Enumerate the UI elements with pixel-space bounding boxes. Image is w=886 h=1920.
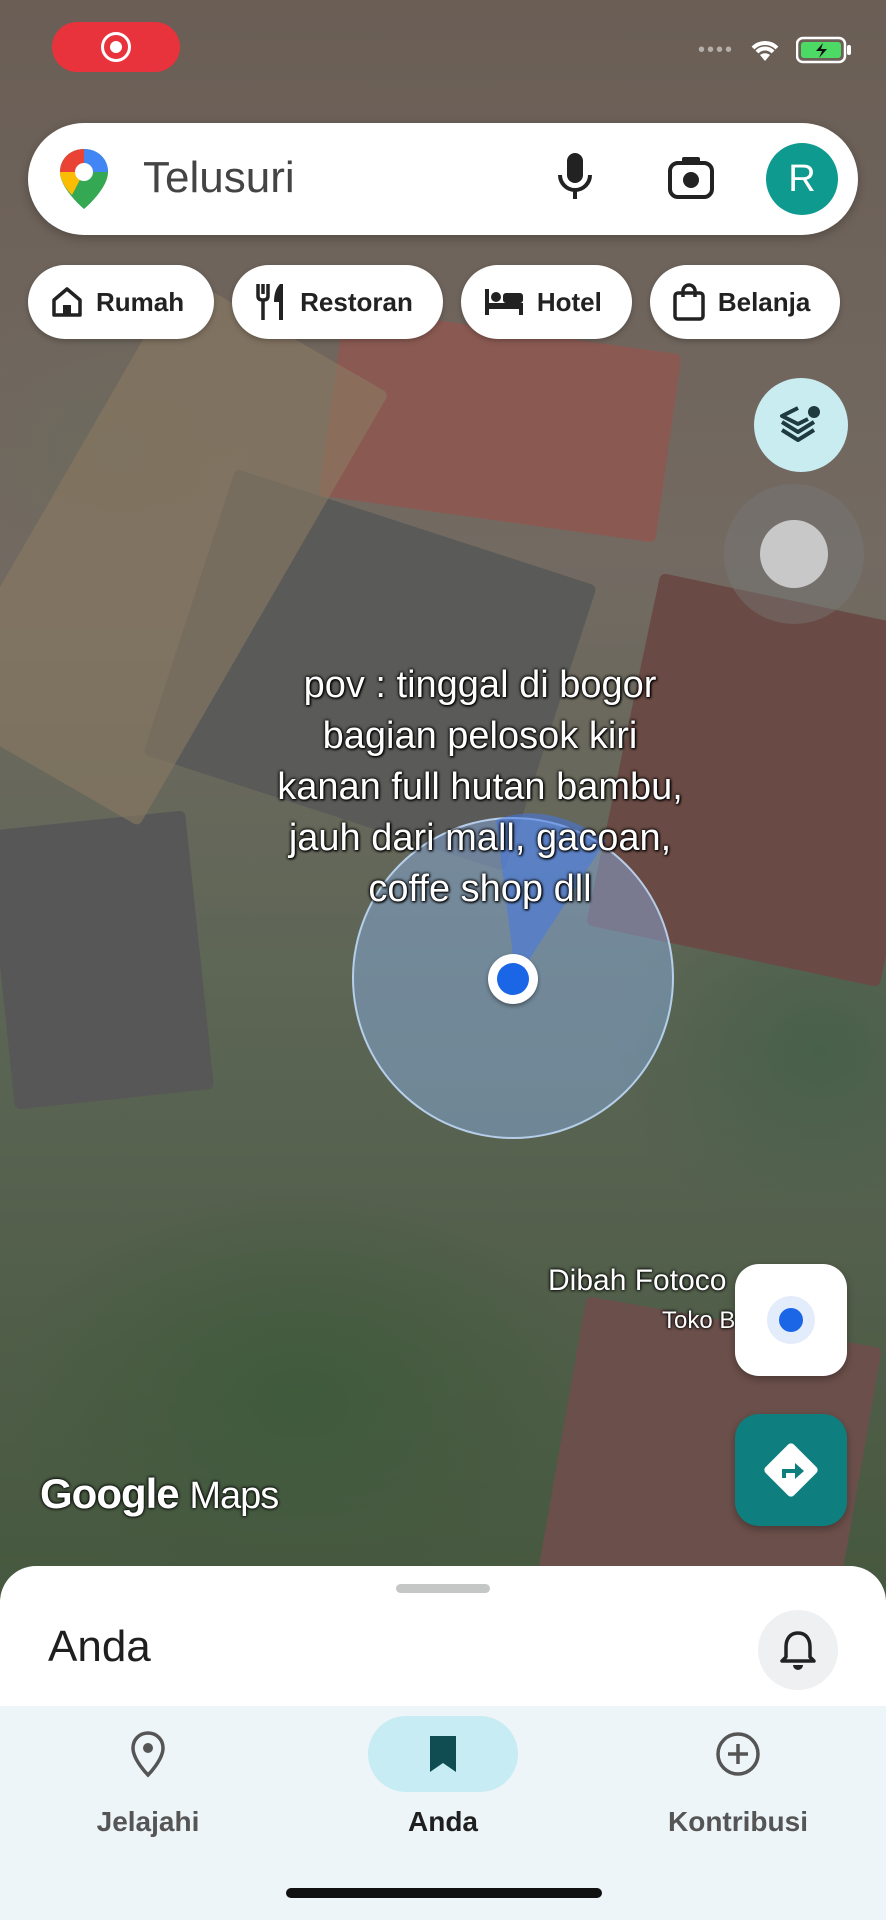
- home-indicator[interactable]: [286, 1888, 602, 1898]
- my-location-button[interactable]: [735, 1264, 847, 1376]
- battery-charging-icon: [796, 36, 851, 64]
- nav-label: Anda: [408, 1806, 478, 1837]
- sheet-title: Anda: [48, 1622, 151, 1671]
- chip-label: Hotel: [536, 286, 602, 317]
- bottom-sheet[interactable]: Anda: [0, 1566, 886, 1706]
- location-pin-icon: [131, 1731, 165, 1778]
- screen-record-indicator[interactable]: [52, 22, 180, 72]
- watermark-google: Google: [40, 1470, 180, 1517]
- chip-label: Belanja: [717, 286, 811, 317]
- chip-rumah[interactable]: Rumah: [28, 265, 215, 339]
- assistive-touch-button[interactable]: [724, 484, 864, 624]
- google-lens-icon[interactable]: [666, 153, 716, 203]
- chip-label: Restoran: [300, 286, 413, 317]
- nav-kontribusi[interactable]: Kontribusi: [638, 1716, 838, 1838]
- chip-belanja[interactable]: Belanja: [649, 265, 841, 339]
- caption-line: bagian pelosok kiri: [322, 715, 638, 757]
- status-bar: ••••: [0, 0, 886, 110]
- search-input[interactable]: Telusuri: [143, 153, 295, 203]
- video-caption: pov : tinggal di bogor bagian pelosok ki…: [220, 660, 740, 915]
- map-rooftop: [318, 307, 682, 543]
- map-layers-button[interactable]: [754, 378, 848, 472]
- map-place-label[interactable]: Dibah Fotoco: [548, 1264, 726, 1298]
- my-location-icon: [767, 1296, 815, 1344]
- chip-hotel[interactable]: Hotel: [460, 265, 632, 339]
- search-bar[interactable]: Telusuri R: [28, 123, 858, 235]
- nav-label: Jelajahi: [96, 1806, 200, 1837]
- nav-label: Kontribusi: [668, 1806, 808, 1837]
- signal-icon: ••••: [697, 38, 734, 61]
- bookmark-icon: [430, 1736, 456, 1772]
- shopping-bag-icon: [673, 283, 705, 321]
- wifi-icon: [751, 41, 779, 61]
- directions-icon: [764, 1443, 818, 1497]
- notifications-button[interactable]: [758, 1610, 838, 1690]
- restaurant-icon: [256, 284, 284, 320]
- watermark-maps: Maps: [189, 1475, 279, 1517]
- chip-restoran[interactable]: Restoran: [232, 265, 443, 339]
- layers-icon: [780, 406, 820, 442]
- chip-label: Rumah: [96, 286, 185, 317]
- current-location-dot: [488, 954, 538, 1004]
- account-avatar[interactable]: R: [766, 143, 838, 215]
- caption-line: kanan full hutan bambu,: [277, 766, 683, 808]
- sheet-drag-handle[interactable]: [396, 1584, 490, 1593]
- microphone-icon[interactable]: [556, 151, 594, 203]
- add-circle-icon: [716, 1732, 760, 1776]
- caption-line: pov : tinggal di bogor: [303, 664, 657, 706]
- caption-line: jauh dari mall, gacoan,: [288, 817, 672, 859]
- google-maps-logo-icon: [60, 149, 108, 209]
- google-maps-watermark: Google Maps: [40, 1470, 279, 1518]
- record-icon: [101, 32, 131, 62]
- map-place-sublabel: Toko B: [662, 1307, 736, 1334]
- caption-line: coffe shop dll: [368, 868, 592, 910]
- category-chips: Rumah Restoran Hotel Belanja: [28, 265, 841, 339]
- map-rooftop: [0, 810, 215, 1110]
- hotel-icon: [484, 289, 523, 315]
- directions-button[interactable]: [735, 1414, 847, 1526]
- home-icon: [52, 287, 82, 317]
- nav-anda[interactable]: Anda: [343, 1716, 543, 1838]
- bell-icon: [780, 1631, 816, 1670]
- nav-jelajahi[interactable]: Jelajahi: [48, 1716, 248, 1838]
